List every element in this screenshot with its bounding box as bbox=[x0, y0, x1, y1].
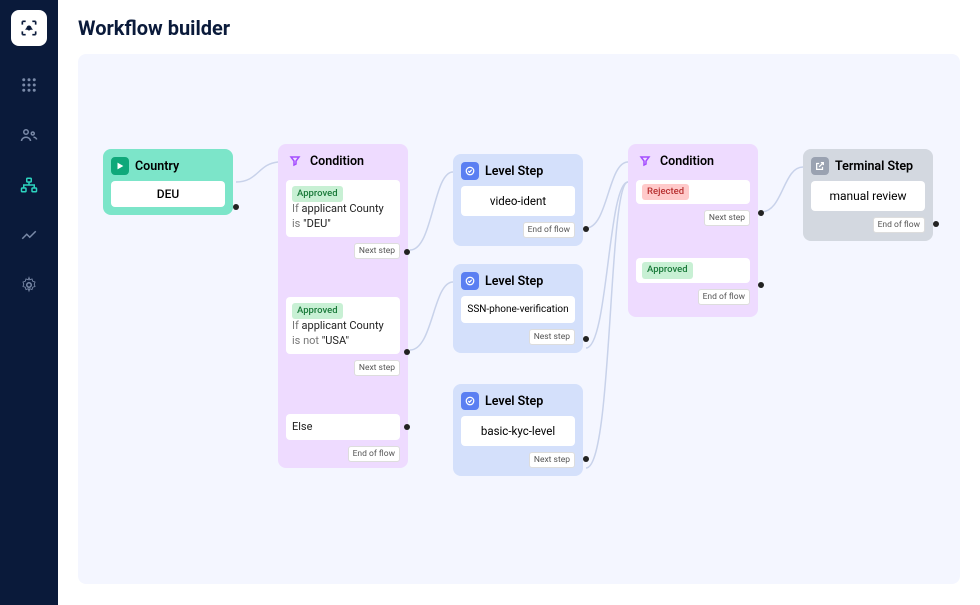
condition1-branch-3: Else End of flow bbox=[286, 410, 400, 462]
country-node[interactable]: Country DEU bbox=[103, 149, 233, 215]
nav-apps-icon[interactable] bbox=[18, 74, 40, 96]
level-node-3[interactable]: Level Step basic-kyc-level Next step bbox=[453, 384, 583, 476]
port-out[interactable] bbox=[233, 204, 239, 210]
level3-tag: Next step bbox=[529, 452, 575, 468]
port-out[interactable] bbox=[933, 221, 939, 227]
port-out[interactable] bbox=[404, 424, 410, 430]
branch-tag: End of flow bbox=[348, 446, 400, 462]
level3-value: basic-kyc-level bbox=[461, 416, 575, 446]
nav-settings-icon[interactable] bbox=[18, 274, 40, 296]
condition2-branch-1: Rejected Next step bbox=[636, 176, 750, 226]
check-circle-icon bbox=[461, 162, 479, 180]
nav-analytics-icon[interactable] bbox=[18, 224, 40, 246]
level1-header: Level Step bbox=[461, 162, 575, 180]
nav-workflow-icon[interactable] bbox=[18, 174, 40, 196]
country-title: Country bbox=[135, 159, 179, 174]
status-badge: Approved bbox=[292, 303, 343, 319]
port-out[interactable] bbox=[404, 349, 410, 355]
condition1-branch-1: Approved If applicant County is "DEU" Ne… bbox=[286, 176, 400, 259]
filter-icon bbox=[286, 152, 304, 170]
branch-tag: Next step bbox=[704, 210, 750, 226]
level1-title: Level Step bbox=[485, 164, 543, 179]
level2-title: Level Step bbox=[485, 274, 543, 289]
port-out[interactable] bbox=[404, 249, 410, 255]
port-out[interactable] bbox=[758, 282, 764, 288]
condition1-branch-2: Approved If applicant County is not "USA… bbox=[286, 293, 400, 376]
condition-node-2[interactable]: Condition Rejected Next step Approved En… bbox=[628, 144, 758, 317]
main-content: Workflow builder Country DEU bbox=[58, 0, 980, 605]
terminal-value: manual review bbox=[811, 181, 925, 211]
port-out[interactable] bbox=[583, 226, 589, 232]
branch-tag: Next step bbox=[354, 360, 400, 376]
condition1-title: Condition bbox=[310, 154, 364, 169]
country-node-header: Country bbox=[111, 157, 225, 175]
terminal-tag: End of flow bbox=[873, 217, 925, 233]
condition2-branch-2: Approved End of flow bbox=[636, 254, 750, 304]
condition2-header: Condition bbox=[636, 152, 750, 170]
level-node-1[interactable]: Level Step video-ident End of flow bbox=[453, 154, 583, 246]
terminal-node[interactable]: Terminal Step manual review End of flow bbox=[803, 149, 933, 241]
filter-icon bbox=[636, 152, 654, 170]
level2-tag: Nest step bbox=[529, 329, 575, 345]
branch-tag: Next step bbox=[354, 243, 400, 259]
workflow-canvas[interactable]: Country DEU Condition Approved If applic… bbox=[78, 54, 960, 584]
condition-node-1[interactable]: Condition Approved If applicant County i… bbox=[278, 144, 408, 468]
port-out[interactable] bbox=[583, 336, 589, 342]
check-circle-icon bbox=[461, 392, 479, 410]
terminal-header: Terminal Step bbox=[811, 157, 925, 175]
status-badge: Approved bbox=[292, 186, 343, 202]
level1-value: video-ident bbox=[461, 186, 575, 216]
country-value: DEU bbox=[111, 181, 225, 207]
app-logo bbox=[11, 10, 47, 46]
external-link-icon bbox=[811, 157, 829, 175]
condition2-title: Condition bbox=[660, 154, 714, 169]
check-circle-icon bbox=[461, 272, 479, 290]
status-badge: Rejected bbox=[642, 184, 689, 200]
level2-header: Level Step bbox=[461, 272, 575, 290]
port-out[interactable] bbox=[758, 210, 764, 216]
port-out[interactable] bbox=[583, 456, 589, 462]
nav-users-icon[interactable] bbox=[18, 124, 40, 146]
level2-value: SSN-phone-verification bbox=[461, 296, 575, 323]
level1-tag: End of flow bbox=[523, 222, 575, 238]
level3-header: Level Step bbox=[461, 392, 575, 410]
page-title: Workflow builder bbox=[78, 16, 960, 40]
terminal-title: Terminal Step bbox=[835, 159, 913, 174]
status-badge: Approved bbox=[642, 262, 693, 278]
level-node-2[interactable]: Level Step SSN-phone-verification Nest s… bbox=[453, 264, 583, 353]
play-icon bbox=[111, 157, 129, 175]
sidebar bbox=[0, 0, 58, 605]
condition1-header: Condition bbox=[286, 152, 400, 170]
branch-tag: End of flow bbox=[698, 289, 750, 305]
level3-title: Level Step bbox=[485, 394, 543, 409]
